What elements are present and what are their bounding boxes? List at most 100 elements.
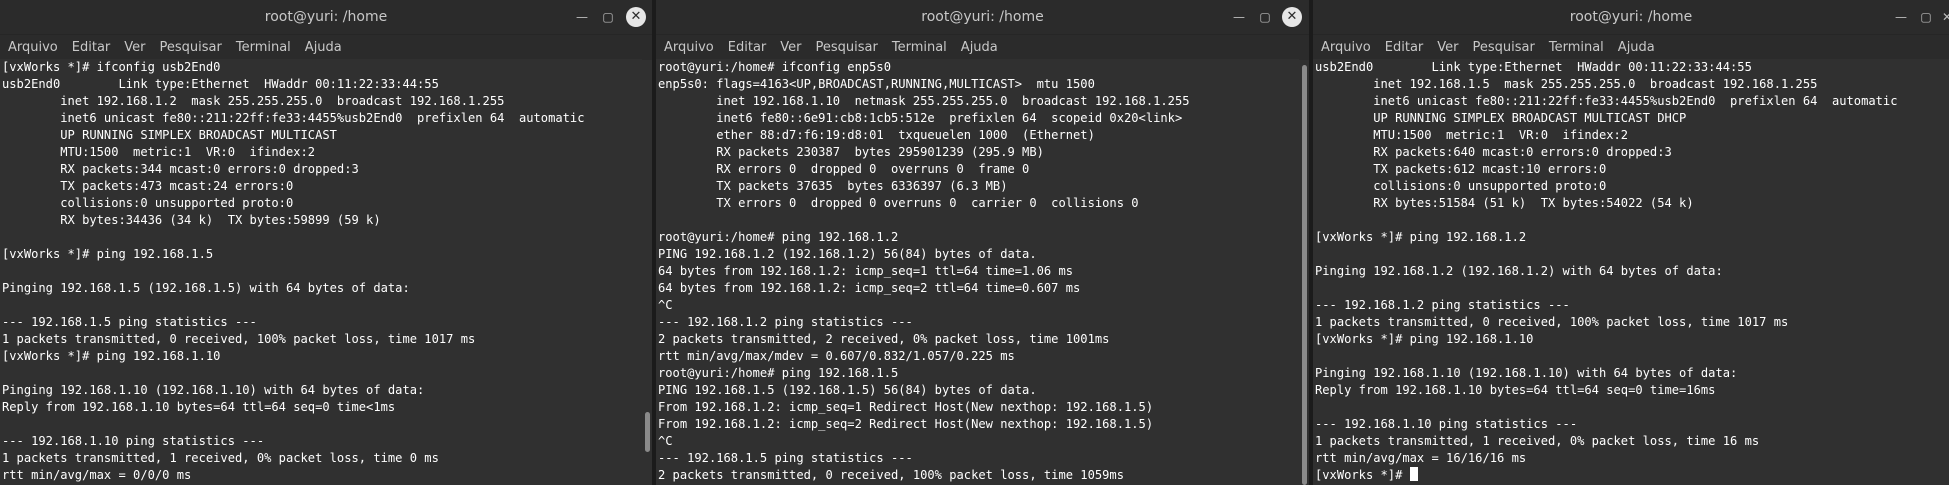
terminal-line: --- 192.168.1.5 ping statistics ---	[658, 451, 913, 465]
terminal-line: ^C	[658, 434, 673, 448]
terminal-line: 1 packets transmitted, 1 received, 0% pa…	[1315, 434, 1760, 448]
terminal-line: Pinging 192.168.1.5 (192.168.1.5) with 6…	[2, 281, 410, 295]
terminal-line: RX packets 230387 bytes 295901239 (295.9…	[658, 145, 1044, 159]
terminal-line: MTU:1500 metric:1 VR:0 ifindex:2	[1315, 128, 1629, 142]
minimize-icon: —	[1233, 10, 1245, 24]
window-title: root@yuri: /home	[264, 9, 388, 25]
terminal-line: inet 192.168.1.5 mask 255.255.255.0 broa…	[1315, 77, 1818, 91]
terminal-line: inet 192.168.1.2 mask 255.255.255.0 broa…	[2, 94, 505, 108]
terminal-output[interactable]: root@yuri:/home# ifconfig enp5s0 enp5s0: …	[656, 59, 1299, 485]
terminal-line: TX packets:612 mcast:10 errors:0	[1315, 162, 1607, 176]
scrollbar[interactable]	[642, 60, 652, 485]
close-button[interactable]: ✕	[626, 7, 646, 27]
maximize-button[interactable]: ▢	[1255, 7, 1275, 27]
terminal-window-3[interactable]: root@yuri: /home — ▢ ✕ Arquivo Editar Ve…	[1313, 0, 1949, 485]
terminal-line: RX packets:640 mcast:0 errors:0 dropped:…	[1315, 145, 1672, 159]
terminal-line: inet 192.168.1.10 netmask 255.255.255.0 …	[658, 94, 1190, 108]
terminal-line: TX packets:473 mcast:24 errors:0	[2, 179, 294, 193]
maximize-button[interactable]: ▢	[598, 7, 618, 27]
maximize-icon: ▢	[602, 10, 614, 24]
menu-pesquisar[interactable]: Pesquisar	[1473, 40, 1535, 55]
scrollbar-thumb[interactable]	[1302, 65, 1307, 485]
terminal-line: UP RUNNING SIMPLEX BROADCAST MULTICAST D…	[1315, 111, 1687, 125]
scrollbar-thumb[interactable]	[645, 412, 650, 452]
terminal-line: Pinging 192.168.1.2 (192.168.1.2) with 6…	[1315, 264, 1723, 278]
terminal-window-1[interactable]: root@yuri: /home — ▢ ✕ Arquivo Editar Ve…	[0, 0, 652, 485]
terminal-line: RX errors 0 dropped 0 overruns 0 frame 0	[658, 162, 1030, 176]
menu-arquivo[interactable]: Arquivo	[664, 40, 714, 55]
terminal-line: 64 bytes from 192.168.1.2: icmp_seq=2 tt…	[658, 281, 1081, 295]
menu-terminal[interactable]: Terminal	[1549, 40, 1604, 55]
terminal-window-2[interactable]: root@yuri: /home — ▢ ✕ Arquivo Editar Ve…	[656, 0, 1309, 485]
terminal-line: inet6 unicast fe80::211:22ff:fe33:4455%u…	[1315, 94, 1898, 108]
terminal-line: Pinging 192.168.1.10 (192.168.1.10) with…	[1315, 366, 1738, 380]
menu-editar[interactable]: Editar	[728, 40, 767, 55]
terminal-line: RX bytes:34436 (34 k) TX bytes:59899 (59…	[2, 213, 381, 227]
menu-ver[interactable]: Ver	[124, 40, 145, 55]
terminal-output[interactable]: [vxWorks *]# ifconfig usb2End0 usb2End0 L…	[0, 59, 642, 485]
minimize-button[interactable]: —	[1891, 7, 1911, 27]
menu-arquivo[interactable]: Arquivo	[1321, 40, 1371, 55]
menu-pesquisar[interactable]: Pesquisar	[816, 40, 878, 55]
terminal-line: rtt min/avg/max = 0/0/0 ms	[2, 468, 192, 482]
terminal-line: --- 192.168.1.10 ping statistics ---	[1315, 417, 1578, 431]
minimize-icon: —	[576, 10, 588, 24]
terminal-line: collisions:0 unsupported proto:0	[1315, 179, 1607, 193]
titlebar[interactable]: root@yuri: /home — ▢ ✕	[656, 0, 1309, 35]
terminal-line: From 192.168.1.2: icmp_seq=2 Redirect Ho…	[658, 417, 1154, 431]
menubar: Arquivo Editar Ver Pesquisar Terminal Aj…	[0, 35, 652, 61]
menubar: Arquivo Editar Ver Pesquisar Terminal Aj…	[656, 35, 1309, 61]
terminal-line: inet6 unicast fe80::211:22ff:fe33:4455%u…	[2, 111, 585, 125]
titlebar[interactable]: root@yuri: /home — ▢ ✕	[0, 0, 652, 35]
menu-ver[interactable]: Ver	[780, 40, 801, 55]
menu-ajuda[interactable]: Ajuda	[961, 40, 998, 55]
close-button[interactable]: ✕	[1282, 7, 1302, 27]
terminal-output[interactable]: usb2End0 Link type:Ethernet HWaddr 00:11…	[1313, 59, 1949, 485]
scrollbar[interactable]	[1299, 60, 1309, 485]
terminal-line: 64 bytes from 192.168.1.2: icmp_seq=1 tt…	[658, 264, 1074, 278]
terminal-line: Reply from 192.168.1.10 bytes=64 ttl=64 …	[1315, 383, 1716, 397]
close-icon: ✕	[1941, 10, 1949, 24]
terminal-line: usb2End0 Link type:Ethernet HWaddr 00:11…	[1315, 60, 1752, 74]
terminal-line: --- 192.168.1.5 ping statistics ---	[2, 315, 257, 329]
menu-arquivo[interactable]: Arquivo	[8, 40, 58, 55]
terminal-line: root@yuri:/home# ping 192.168.1.5	[658, 366, 899, 380]
terminal-line: enp5s0: flags=4163<UP,BROADCAST,RUNNING,…	[658, 77, 1095, 91]
desktop: root@yuri: /home — ▢ ✕ Arquivo Editar Ve…	[0, 0, 1949, 485]
minimize-button[interactable]: —	[1229, 7, 1249, 27]
menu-terminal[interactable]: Terminal	[892, 40, 947, 55]
terminal-line: ether 88:d7:f6:19:d8:01 txqueuelen 1000 …	[658, 128, 1095, 142]
menu-ajuda[interactable]: Ajuda	[305, 40, 342, 55]
terminal-line: --- 192.168.1.2 ping statistics ---	[658, 315, 913, 329]
terminal-line: TX errors 0 dropped 0 overruns 0 carrier…	[658, 196, 1139, 210]
maximize-icon: ▢	[1259, 10, 1271, 24]
terminal-line: collisions:0 unsupported proto:0	[2, 196, 294, 210]
menu-pesquisar[interactable]: Pesquisar	[160, 40, 222, 55]
close-button[interactable]: ✕	[1937, 7, 1949, 27]
menubar: Arquivo Editar Ver Pesquisar Terminal Aj…	[1313, 35, 1949, 61]
terminal-line: [vxWorks *]#	[1313, 467, 1949, 484]
menu-ajuda[interactable]: Ajuda	[1618, 40, 1655, 55]
minimize-button[interactable]: —	[572, 7, 592, 27]
terminal-line: inet6 fe80::6e91:cb8:1cb5:512e prefixlen…	[658, 111, 1183, 125]
menu-editar[interactable]: Editar	[1385, 40, 1424, 55]
terminal-line: rtt min/avg/max = 16/16/16 ms	[1315, 451, 1527, 465]
terminal-line: RX bytes:51584 (51 k) TX bytes:54022 (54…	[1315, 196, 1694, 210]
terminal-line: [vxWorks *]# ping 192.168.1.10	[1315, 332, 1534, 346]
terminal-line: --- 192.168.1.10 ping statistics ---	[2, 434, 265, 448]
close-icon: ✕	[630, 9, 642, 24]
menu-ver[interactable]: Ver	[1437, 40, 1458, 55]
terminal-line: [vxWorks *]# ping 192.168.1.5	[2, 247, 214, 261]
menu-terminal[interactable]: Terminal	[236, 40, 291, 55]
maximize-button[interactable]: ▢	[1916, 7, 1936, 27]
maximize-icon: ▢	[1920, 10, 1932, 24]
titlebar[interactable]: root@yuri: /home — ▢ ✕	[1313, 0, 1949, 35]
menu-editar[interactable]: Editar	[72, 40, 111, 55]
terminal-line: TX packets 37635 bytes 6336397 (6.3 MB)	[658, 179, 1008, 193]
